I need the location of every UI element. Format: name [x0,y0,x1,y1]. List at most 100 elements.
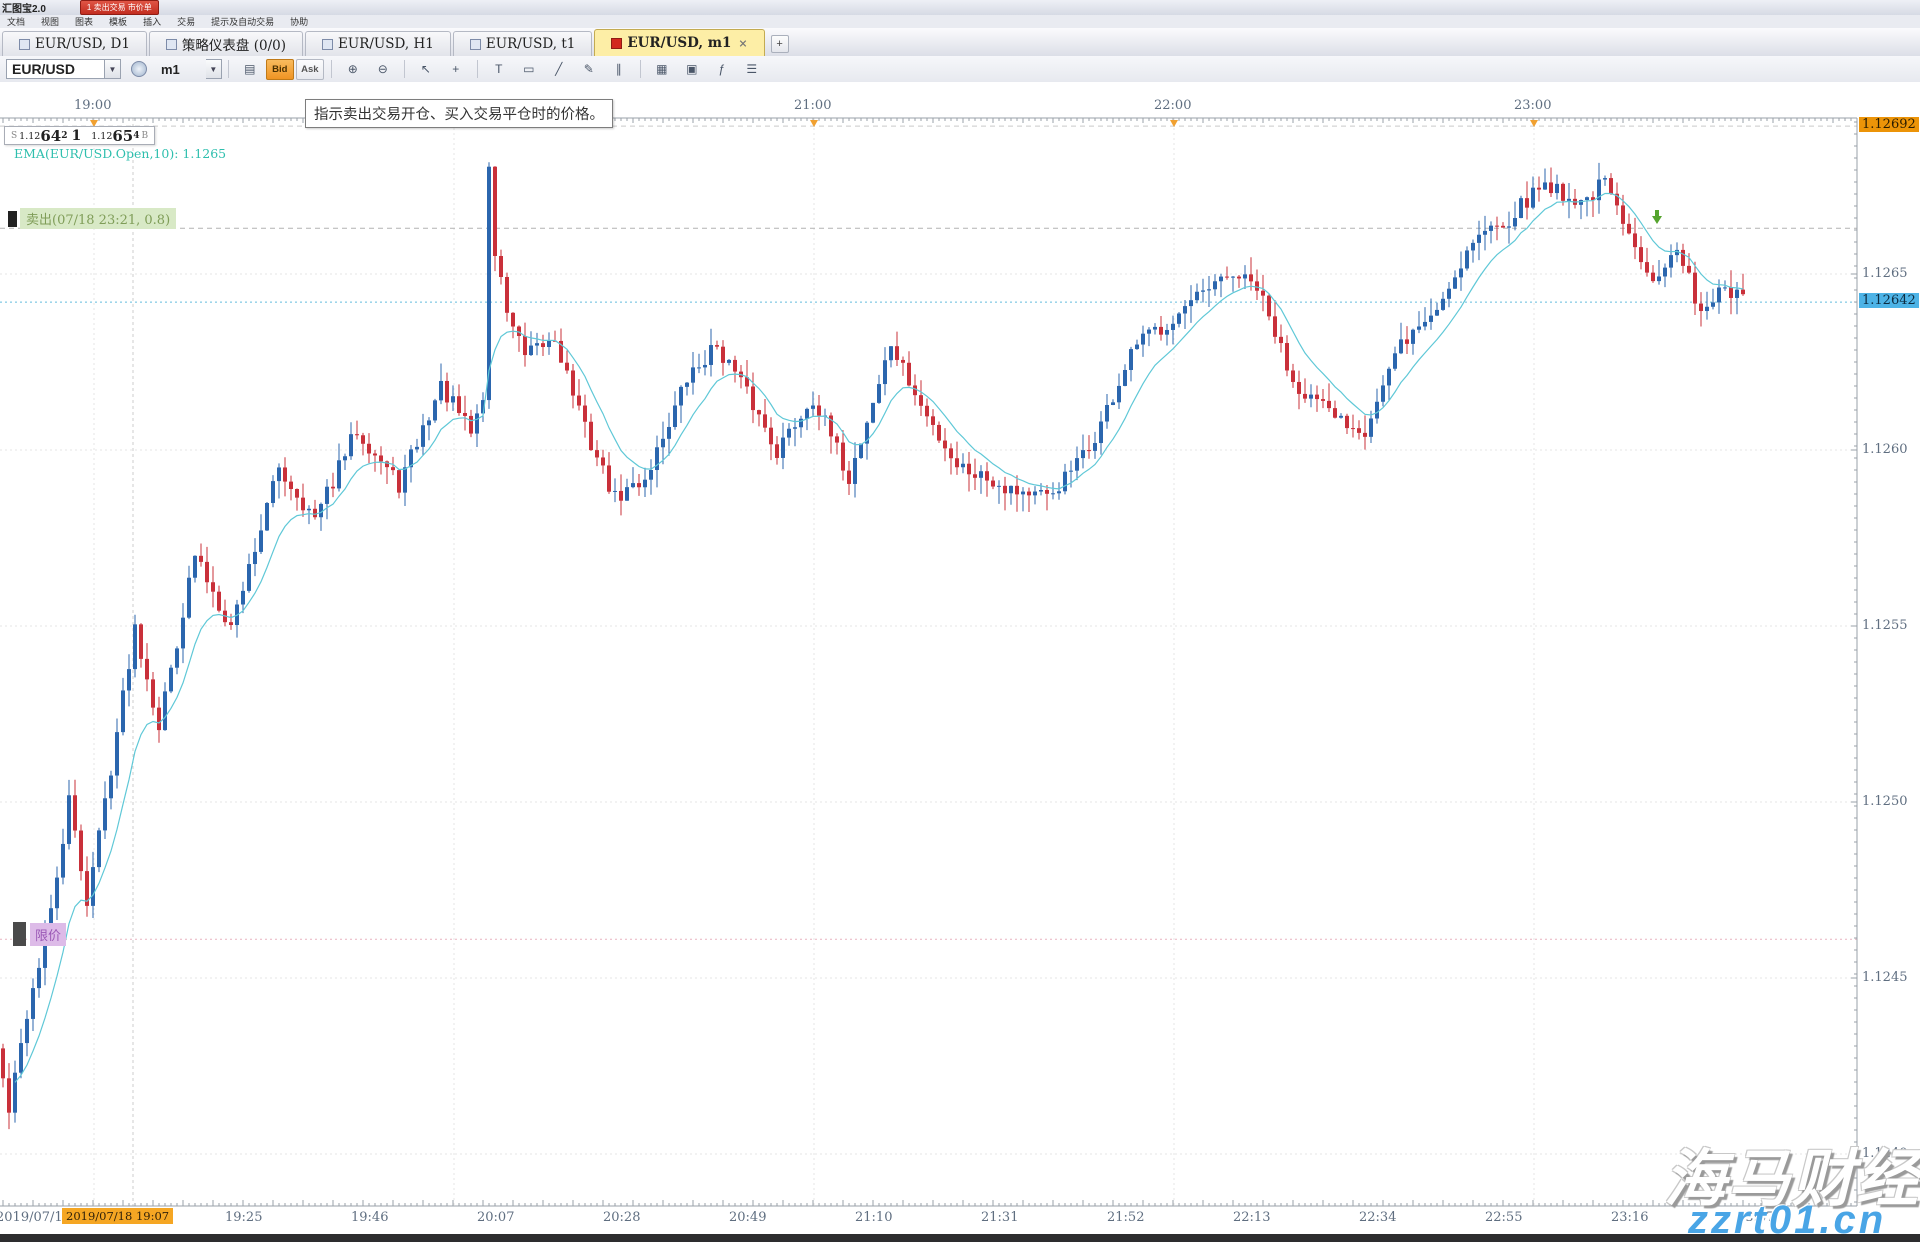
zoom-out-icon[interactable]: ⊖ [369,59,397,80]
candle-body [1711,302,1715,306]
new-tab-button[interactable]: + [771,35,789,53]
candle-body [1477,235,1481,243]
tab-active[interactable]: EUR/USD, m1× [594,29,764,56]
cursor-icon[interactable]: ↖ [412,59,440,80]
candle-body [733,360,737,372]
grid-icon[interactable]: ▦ [648,59,676,80]
symbol-search-icon[interactable] [131,61,147,77]
tab-label: EUR/USD, H1 [338,36,434,52]
candle-body [247,564,251,591]
crosshair-icon[interactable]: + [442,59,470,80]
zoom-in-icon[interactable]: ⊕ [339,59,367,80]
candle-body [589,422,593,450]
candle-body [1627,224,1631,234]
candle-body [925,406,929,417]
channel-icon[interactable]: ∥ [605,59,633,80]
candle-body [1567,199,1571,201]
menu-item[interactable]: 模板 [102,15,134,28]
candle-body [349,434,353,456]
sell-order-label[interactable]: 卖出(07/18 23:21, 0.8) [8,208,176,229]
candle-body [1441,299,1445,310]
trendline-icon[interactable]: ╱ [545,59,573,80]
candle-body [565,363,569,371]
time-label: 19:25 [225,1210,262,1225]
sell-order-text: 卖出(07/18 23:21, 0.8) [20,208,176,229]
day-high-price-label: 1.12692 [1859,117,1919,132]
objects-list-icon[interactable]: ☰ [738,59,766,80]
selected-candle-datetime: 2019/07/18 19:07 [62,1208,173,1224]
candle-body [205,562,209,582]
candle-body [265,503,269,530]
chart-tab-bar: EUR/USD, D1策略仪表盘 (0/0) EUR/USD, H1 EUR/USD… [0,28,1920,57]
candle-body [331,487,335,489]
candle-body [919,395,923,406]
template-icon[interactable]: ▣ [678,59,706,80]
chart-area[interactable]: 19:0021:0022:0023:00 2019/07/182019/07/1… [0,82,1920,1242]
menu-item[interactable]: 图表 [68,15,100,28]
candle-body [643,480,647,488]
tab[interactable]: 策略仪表盘 (0/0) [149,31,303,56]
candle-body [253,552,257,564]
candlestick-chart[interactable] [0,82,1920,1242]
candle-body [1453,277,1457,288]
candle-body [841,443,845,471]
menu-item[interactable]: 协助 [283,15,315,28]
timeframe-select[interactable]: m1 [161,62,180,77]
limit-order-label[interactable]: 限价 [13,922,66,946]
candle-body [1111,402,1115,405]
candle-body [1507,226,1511,227]
trade-alert-badge[interactable]: 1 卖出交易 市价单 [80,0,159,15]
candle-body [1501,226,1505,228]
tab[interactable]: EUR/USD, H1 [305,31,451,56]
pencil-icon[interactable]: ✎ [575,59,603,80]
candle-body [493,167,497,256]
bid-button[interactable]: Bid [266,59,294,80]
tab[interactable]: EUR/USD, t1 [453,31,593,56]
candle-body [1255,281,1259,290]
candle-body [1033,492,1037,496]
candle-body [913,385,917,395]
candle-body [1237,277,1241,279]
candle-body [1447,289,1451,299]
candle-body [109,776,113,799]
time-label: 20:49 [729,1210,766,1225]
buy-price-sup: 4 [133,131,139,141]
symbol-select[interactable]: EUR/USD [6,59,105,79]
menu-item[interactable]: 文档 [0,15,32,28]
shapes-icon[interactable]: ▭ [515,59,543,80]
limit-order-text: 限价 [30,923,66,946]
candle-body [1123,370,1127,386]
candle-body [1303,394,1307,399]
candle-body [601,457,605,465]
candle-body [379,455,383,461]
menu-item[interactable]: 提示及自动交易 [204,15,281,28]
candle-body [673,405,677,427]
ask-button[interactable]: Ask [296,59,324,80]
text-tool-icon[interactable]: T [485,59,513,80]
menu-item[interactable]: 交易 [170,15,202,28]
candle-body [229,622,233,625]
menu-item[interactable]: 插入 [136,15,168,28]
time-label: 21:00 [794,98,831,113]
chart-window-icon[interactable]: ▤ [236,59,264,80]
candle-body [619,491,623,501]
candle-body [1291,370,1295,381]
timeframe-dropdown-arrow-icon[interactable]: ▼ [206,59,222,79]
candle-body [1285,343,1289,370]
candle-body [397,470,401,493]
menu-item[interactable]: 视图 [34,15,66,28]
tab-close-icon[interactable]: × [738,37,747,50]
candle-body [373,453,377,455]
candle-body [1669,255,1673,267]
candle-body [367,444,371,454]
bid-line-tooltip: 指示卖出交易开仓、买入交易平仓时的价格。 [305,99,613,128]
candle-body [31,988,35,1019]
indicator-icon[interactable]: ƒ [708,59,736,80]
symbol-dropdown-arrow-icon[interactable]: ▼ [105,59,121,79]
tab[interactable]: EUR/USD, D1 [2,31,147,56]
candle-body [361,435,365,444]
ema-line [15,194,1743,1083]
candle-body [1651,273,1655,281]
candle-body [1735,290,1739,298]
candle-body [709,345,713,365]
